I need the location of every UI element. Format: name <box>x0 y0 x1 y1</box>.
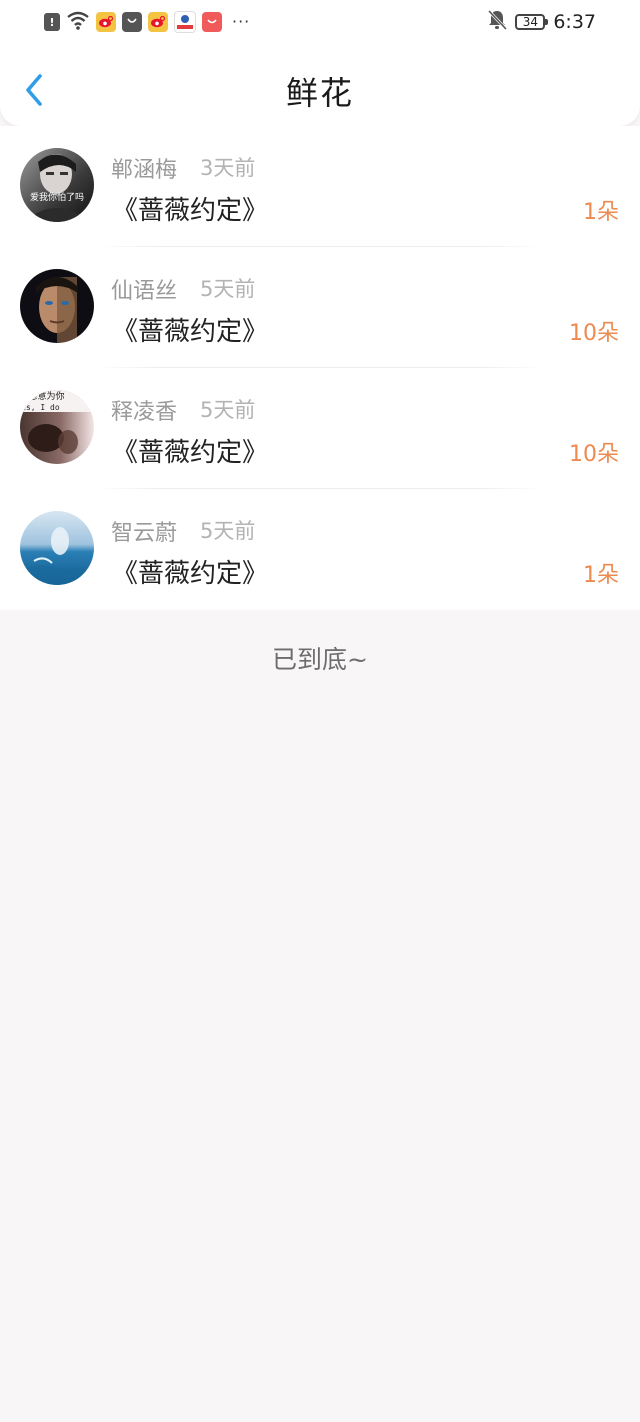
weibo-icon <box>148 12 168 32</box>
time-ago: 3天前 <box>200 156 256 180</box>
wifi-icon <box>66 10 90 34</box>
avatar[interactable] <box>20 511 94 585</box>
shopping-bag-icon <box>122 12 142 32</box>
app-icon <box>202 12 222 32</box>
avatar[interactable] <box>20 269 94 343</box>
avatar[interactable]: 我愿意为你 Yes, I do <box>20 390 94 464</box>
bell-muted-icon <box>487 9 508 35</box>
clock: 6:37 <box>553 11 596 33</box>
list-item[interactable]: 智云蔚 5天前 《蔷薇约定》 1朵 <box>0 489 640 610</box>
flower-count: 10朵 <box>569 442 619 467</box>
list-item[interactable]: 仙语丝 5天前 《蔷薇约定》 10朵 <box>0 247 640 368</box>
svg-text:Yes, I do: Yes, I do <box>20 403 60 412</box>
user-name[interactable]: 释凌香 <box>111 394 177 426</box>
app-icon <box>174 11 196 33</box>
flower-list: 爱我你怕了吗 郸涵梅 3天前 《蔷薇约定》 1朵 仙语丝 5天前 《蔷薇约定》 … <box>0 126 640 610</box>
user-name[interactable]: 郸涵梅 <box>111 152 177 184</box>
book-title[interactable]: 《蔷薇约定》 <box>112 190 268 227</box>
end-of-list-text: 已到底~ <box>272 645 368 674</box>
list-item[interactable]: 爱我你怕了吗 郸涵梅 3天前 《蔷薇约定》 1朵 <box>0 126 640 247</box>
page-title: 鲜花 <box>285 74 354 112</box>
user-name[interactable]: 智云蔚 <box>111 515 177 547</box>
book-title[interactable]: 《蔷薇约定》 <box>112 311 268 348</box>
time-ago: 5天前 <box>200 398 256 422</box>
svg-text:我愿意为你: 我愿意为你 <box>20 390 65 402</box>
book-title[interactable]: 《蔷薇约定》 <box>112 553 268 590</box>
avatar[interactable]: 爱我你怕了吗 <box>20 148 94 222</box>
flower-count: 1朵 <box>583 200 619 225</box>
book-title[interactable]: 《蔷薇约定》 <box>112 432 268 469</box>
user-name[interactable]: 仙语丝 <box>111 273 177 305</box>
list-item[interactable]: 我愿意为你 Yes, I do 释凌香 5天前 《蔷薇约定》 10朵 <box>0 368 640 489</box>
notification-icons: ! ··· <box>44 10 250 34</box>
flower-count: 10朵 <box>569 321 619 346</box>
more-notifications-icon: ··· <box>232 12 251 31</box>
time-ago: 5天前 <box>200 519 256 543</box>
time-ago: 5天前 <box>200 277 256 301</box>
flower-count: 1朵 <box>583 563 619 588</box>
header-bar: 鲜花 <box>0 44 640 126</box>
svg-text:爱我你怕了吗: 爱我你怕了吗 <box>30 191 84 203</box>
status-bar: ! ··· 34 6:37 <box>0 0 640 44</box>
status-indicators: 34 6:37 <box>487 9 596 35</box>
alert-icon: ! <box>44 13 60 31</box>
weibo-icon <box>96 12 116 32</box>
battery-indicator: 34 <box>515 14 549 30</box>
